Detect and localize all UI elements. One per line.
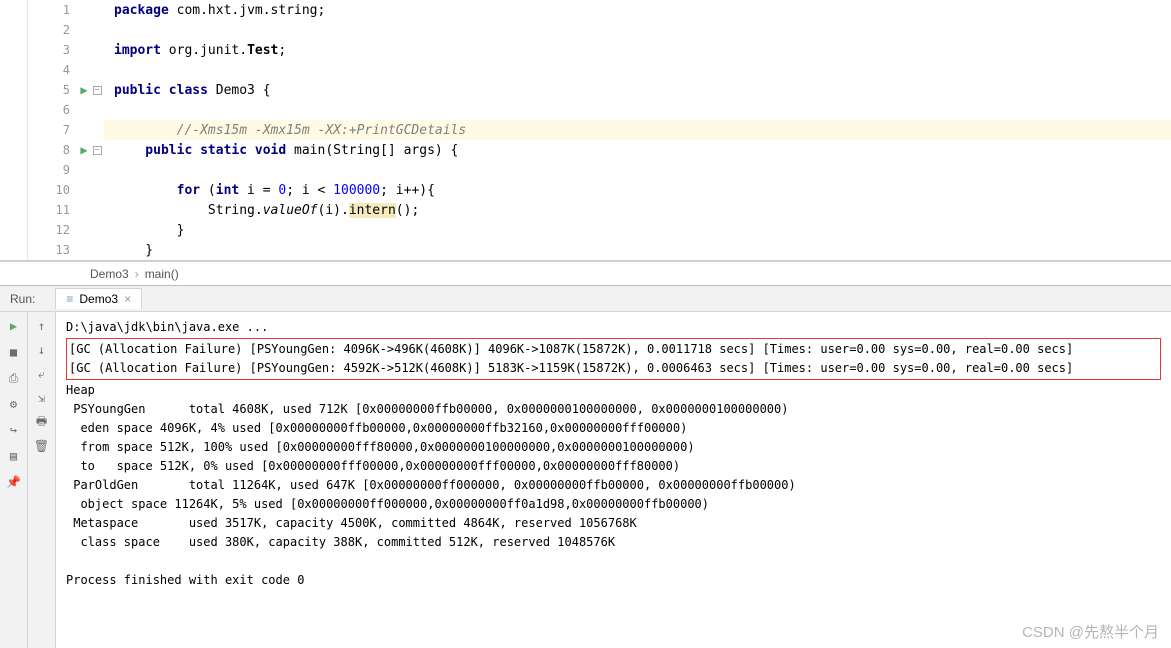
line-number: 13 bbox=[56, 243, 70, 257]
code-area[interactable]: package com.hxt.jvm.string; import org.j… bbox=[104, 0, 1171, 260]
stop-icon[interactable]: ■ bbox=[6, 344, 22, 360]
trash-icon[interactable]: 🗑 bbox=[34, 438, 50, 454]
line-number: 3 bbox=[63, 43, 70, 57]
tab-label: Demo3 bbox=[79, 292, 118, 306]
breadcrumb: Demo3 › main() bbox=[0, 261, 1171, 285]
console-line: D:\java\jdk\bin\java.exe ... bbox=[66, 318, 1161, 337]
console-output[interactable]: D:\java\jdk\bin\java.exe ... [GC (Alloca… bbox=[56, 312, 1171, 648]
line-number: 4 bbox=[63, 63, 70, 77]
layout-icon[interactable]: ▤ bbox=[6, 448, 22, 464]
settings-icon[interactable]: ⚙ bbox=[6, 396, 22, 412]
line-number: 7 bbox=[63, 123, 70, 137]
run-header: Run: ≡ Demo3 × bbox=[0, 286, 1171, 312]
line-number: 12 bbox=[56, 223, 70, 237]
console-line: eden space 4096K, 4% used [0x00000000ffb… bbox=[66, 419, 1161, 438]
fold-column2: − − bbox=[90, 0, 104, 260]
rerun-icon[interactable]: ▶ bbox=[6, 318, 22, 334]
line-number: 10 bbox=[56, 183, 70, 197]
line-number: 6 bbox=[63, 103, 70, 117]
close-icon[interactable]: × bbox=[124, 292, 131, 306]
console-line: Metaspace used 3517K, capacity 4500K, co… bbox=[66, 514, 1161, 533]
fold-column: ▶ ▶ bbox=[78, 0, 90, 260]
run-tab[interactable]: ≡ Demo3 × bbox=[55, 288, 142, 309]
line-number: 1 bbox=[63, 3, 70, 17]
line-number: 2 bbox=[63, 23, 70, 37]
camera-icon[interactable]: ⎙ bbox=[6, 370, 22, 386]
exit-icon[interactable]: ↪ bbox=[6, 422, 22, 438]
gutter-wrap: 1 2 3 4 5 6 7 8 9 10 11 12 13 ▶ ▶ bbox=[28, 0, 104, 260]
run-panel: Run: ≡ Demo3 × ▶ ■ ⎙ ⚙ ↪ ▤ 📌 ↑ ↓ ⤶ ⇲ 🖶 🗑… bbox=[0, 285, 1171, 648]
chevron-right-icon: › bbox=[135, 267, 139, 281]
console-line: Process finished with exit code 0 bbox=[66, 571, 1161, 590]
fold-toggle-icon[interactable]: − bbox=[93, 146, 102, 155]
highlighted-gc-output: [GC (Allocation Failure) [PSYoungGen: 40… bbox=[66, 338, 1161, 380]
line-number: 11 bbox=[56, 203, 70, 217]
console-line: Heap bbox=[66, 381, 1161, 400]
run-gutter-icon[interactable]: ▶ bbox=[80, 143, 87, 157]
line-number: 5 bbox=[63, 83, 70, 97]
run-label: Run: bbox=[10, 292, 35, 306]
editor-area: 1 2 3 4 5 6 7 8 9 10 11 12 13 ▶ ▶ bbox=[0, 0, 1171, 261]
breadcrumb-item[interactable]: Demo3 bbox=[90, 267, 129, 281]
scroll-icon[interactable]: ⇲ bbox=[34, 390, 50, 406]
console-line: PSYoungGen total 4608K, used 712K [0x000… bbox=[66, 400, 1161, 419]
console-line: object space 11264K, 5% used [0x00000000… bbox=[66, 495, 1161, 514]
console-line: [GC (Allocation Failure) [PSYoungGen: 40… bbox=[69, 340, 1158, 359]
pin-icon[interactable]: 📌 bbox=[6, 474, 22, 490]
tab-icon: ≡ bbox=[66, 292, 73, 306]
fold-toggle-icon[interactable]: − bbox=[93, 86, 102, 95]
console-line: class space used 380K, capacity 388K, co… bbox=[66, 533, 1161, 552]
wrap-icon[interactable]: ⤶ bbox=[34, 366, 50, 382]
run-toolbar-right: ↑ ↓ ⤶ ⇲ 🖶 🗑 bbox=[28, 312, 56, 648]
left-margin bbox=[0, 0, 28, 260]
console-line: to space 512K, 0% used [0x00000000fff000… bbox=[66, 457, 1161, 476]
breadcrumb-item[interactable]: main() bbox=[145, 267, 179, 281]
gutter: 1 2 3 4 5 6 7 8 9 10 11 12 13 bbox=[28, 0, 78, 260]
console-line: ParOldGen total 11264K, used 647K [0x000… bbox=[66, 476, 1161, 495]
down-icon[interactable]: ↓ bbox=[34, 342, 50, 358]
line-number: 8 bbox=[63, 143, 70, 157]
watermark: CSDN @先熬半个月 bbox=[1022, 621, 1159, 642]
run-body: ▶ ■ ⎙ ⚙ ↪ ▤ 📌 ↑ ↓ ⤶ ⇲ 🖶 🗑 D:\java\jdk\bi… bbox=[0, 312, 1171, 648]
up-icon[interactable]: ↑ bbox=[34, 318, 50, 334]
console-line: [GC (Allocation Failure) [PSYoungGen: 45… bbox=[69, 359, 1158, 378]
print-icon[interactable]: 🖶 bbox=[34, 414, 50, 430]
run-toolbar-left: ▶ ■ ⎙ ⚙ ↪ ▤ 📌 bbox=[0, 312, 28, 648]
run-gutter-icon[interactable]: ▶ bbox=[80, 83, 87, 97]
line-number: 9 bbox=[63, 163, 70, 177]
console-line: from space 512K, 100% used [0x00000000ff… bbox=[66, 438, 1161, 457]
